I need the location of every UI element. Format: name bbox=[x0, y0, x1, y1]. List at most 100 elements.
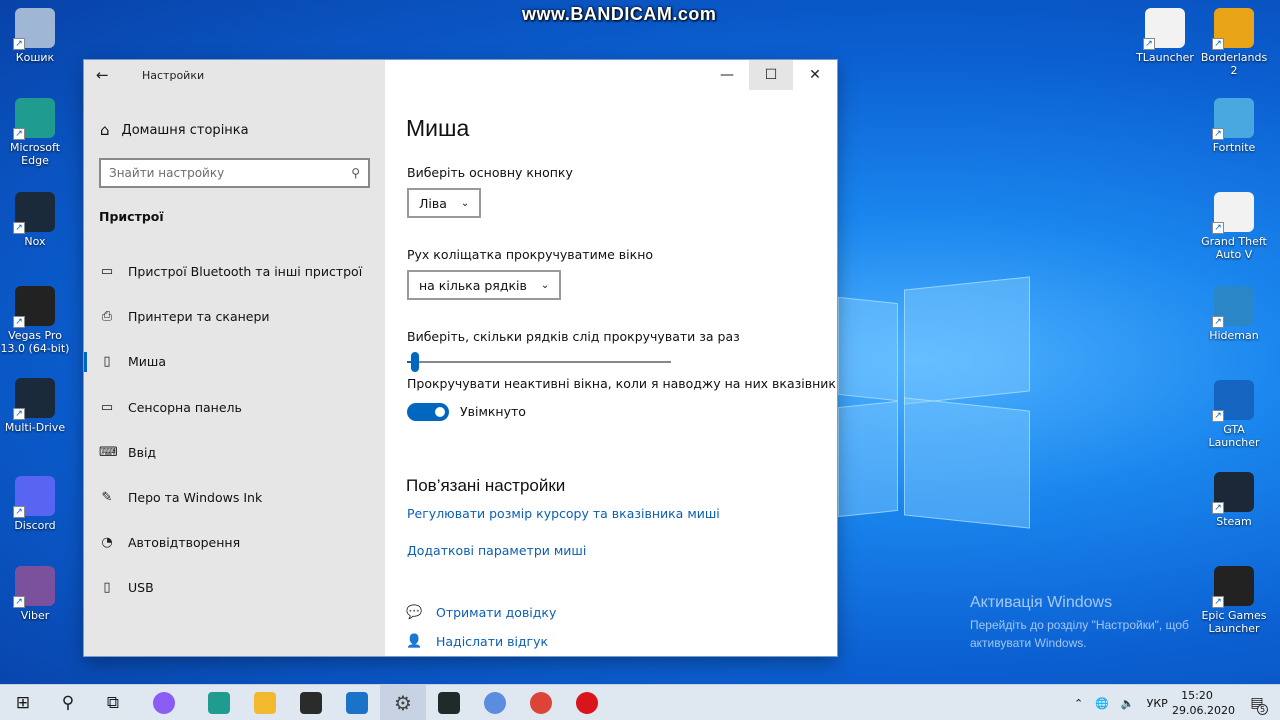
desktop-icon-label: Viber bbox=[20, 609, 50, 622]
sidebar-item-7[interactable]: ▯ USB bbox=[84, 565, 385, 610]
scroll-wheel-value: на кілька рядків bbox=[419, 277, 527, 293]
sidebar-item-6[interactable]: ◔ Автовідтворення bbox=[84, 520, 385, 565]
bandicam-watermark: www.BANDICAM.com bbox=[522, 4, 717, 24]
desktop-icon-right-6[interactable]: ↗ Steam bbox=[1197, 472, 1271, 528]
taskbar-file-explorer-button[interactable] bbox=[242, 685, 288, 720]
primary-button-label: Виберіть основну кнопку bbox=[407, 165, 573, 180]
sidebar-item-3[interactable]: ▭ Сенсорна панель bbox=[84, 385, 385, 430]
notifications-button[interactable]: ▤ 5 bbox=[1244, 685, 1270, 720]
minimize-button[interactable]: — bbox=[705, 60, 749, 90]
additional-mouse-options-link[interactable]: Додаткові параметри миші bbox=[407, 543, 586, 558]
desktop-icon-left-6[interactable]: ↗ Viber bbox=[0, 566, 72, 622]
slider-thumb[interactable] bbox=[411, 352, 420, 372]
app-a-icon bbox=[438, 692, 460, 714]
desktop-icon-left-3[interactable]: ↗ Vegas Pro 13.0 (64-bit) bbox=[0, 286, 72, 355]
search-icon[interactable]: ⚲ bbox=[351, 166, 360, 180]
taskbar-settings-button[interactable]: ⚙ bbox=[380, 685, 426, 720]
search-icon: ⚲ bbox=[61, 693, 75, 713]
sidebar-item-label: Ввід bbox=[128, 444, 157, 460]
send-feedback-link[interactable]: 👤 Надіслати відгук bbox=[406, 634, 548, 649]
wallpaper-pane bbox=[838, 400, 898, 518]
taskbar-edge-button[interactable] bbox=[196, 685, 242, 720]
close-button[interactable]: ✕ bbox=[793, 60, 837, 90]
help-chat-icon: 💬 bbox=[406, 605, 423, 620]
desktop-icon-label: Vegas Pro 13.0 (64-bit) bbox=[0, 329, 70, 355]
taskbar-bandicam-button[interactable] bbox=[564, 685, 610, 720]
desktop-icon-left-5[interactable]: ↗ Discord bbox=[0, 476, 72, 532]
home-icon: ⌂ bbox=[100, 121, 110, 139]
maximize-button[interactable]: ☐ bbox=[749, 60, 793, 90]
primary-button-dropdown[interactable]: Ліва ⌄ bbox=[407, 188, 482, 218]
desktop-icon-label: Epic Games Launcher bbox=[1201, 609, 1267, 635]
sidebar-item-1[interactable]: ⎙ Принтери та сканери bbox=[84, 294, 385, 339]
chevron-down-icon: ⌄ bbox=[540, 279, 550, 291]
task-view-icon: ⧉ bbox=[106, 693, 120, 713]
desktop-icon-left-1[interactable]: ↗ Microsoft Edge bbox=[0, 98, 72, 167]
taskbar-chromium-button[interactable] bbox=[472, 685, 518, 720]
sidebar-item-5[interactable]: ✎ Перо та Windows Ink bbox=[84, 475, 385, 520]
scroll-wheel-label: Рух коліщатка прокручуватиме вікно bbox=[407, 247, 654, 262]
clock[interactable]: 15:20 29.06.2020 bbox=[1172, 688, 1235, 718]
desktop-icon-right-3[interactable]: ↗ Grand Theft Auto V bbox=[1197, 192, 1271, 261]
activation-line-2: активувати Windows. bbox=[970, 636, 1087, 650]
taskbar-search-button[interactable]: ⚲ bbox=[45, 685, 91, 720]
sidebar-item-label: USB bbox=[128, 580, 154, 596]
sidebar-item-label: Перо та Windows Ink bbox=[128, 490, 263, 506]
desktop-icon-label: Steam bbox=[1216, 515, 1252, 528]
sidebar-item-2[interactable]: ▯ Миша bbox=[84, 339, 385, 384]
network-icon[interactable]: 🌐 bbox=[1095, 697, 1109, 710]
desktop-icon-label: Borderlands 2 bbox=[1200, 51, 1268, 77]
taskbar: ⊞ ⚲ ⧉ ⚙ ⌃ 🌐 🔈 УКР 15:20 29.06.2020 ▤ 5 bbox=[0, 684, 1280, 720]
desktop-icon-right-2[interactable]: ↗ Fortnite bbox=[1197, 98, 1271, 154]
volume-icon[interactable]: 🔈 bbox=[1121, 697, 1135, 710]
desktop-icon-left-4[interactable]: ↗ Multi-Drive bbox=[0, 378, 72, 434]
window-title: Настройки bbox=[142, 69, 205, 82]
desktop-icon-right-1[interactable]: ↗ Borderlands 2 bbox=[1197, 8, 1271, 77]
app-icon: ↗ bbox=[1212, 8, 1254, 50]
app-icon: ↗ bbox=[1212, 286, 1254, 328]
sidebar-item-label: Пристрої Bluetooth та інші пристрої bbox=[128, 264, 363, 280]
chevron-up-icon[interactable]: ⌃ bbox=[1074, 697, 1083, 710]
keyboard-icon: ⌨ bbox=[99, 444, 118, 460]
sidebar-item-0[interactable]: ▭ Пристрої Bluetooth та інші пристрої bbox=[84, 249, 385, 294]
desktop-icon-left-0[interactable]: ↗ Кошик bbox=[0, 8, 72, 64]
desktop-icon-label: Кошик bbox=[15, 51, 55, 64]
desktop-icon-right-0[interactable]: ↗ TLauncher bbox=[1128, 8, 1202, 64]
app-icon: ↗ bbox=[1212, 566, 1254, 608]
settings-search-box[interactable]: ⚲ bbox=[99, 158, 370, 188]
taskbar-mail-button[interactable] bbox=[334, 685, 380, 720]
taskbar-app-a-button[interactable] bbox=[426, 685, 472, 720]
app-icon: ↗ bbox=[13, 378, 55, 420]
app-icon: ↗ bbox=[1212, 380, 1254, 422]
desktop-icon-left-2[interactable]: ↗ Nox bbox=[0, 192, 72, 248]
edge-icon bbox=[208, 692, 230, 714]
app-icon: ↗ bbox=[13, 476, 55, 518]
scroll-wheel-dropdown[interactable]: на кілька рядків ⌄ bbox=[407, 270, 562, 300]
desktop-icon-right-4[interactable]: ↗ Hideman bbox=[1197, 286, 1271, 342]
get-help-link[interactable]: 💬 Отримати довідку bbox=[406, 605, 556, 620]
taskbar-start-button[interactable]: ⊞ bbox=[0, 685, 46, 720]
cursor-size-link[interactable]: Регулювати розмір курсору та вказівника … bbox=[407, 506, 720, 521]
arrow-left-icon[interactable]: ← bbox=[96, 66, 109, 84]
taskbar-cortana-button[interactable] bbox=[141, 685, 187, 720]
desktop-icon-right-5[interactable]: ↗ GTA Launcher bbox=[1197, 380, 1271, 449]
desktop-icon-right-7[interactable]: ↗ Epic Games Launcher bbox=[1197, 566, 1271, 635]
app-icon: ↗ bbox=[1212, 98, 1254, 140]
sidebar-item-4[interactable]: ⌨ Ввід bbox=[84, 430, 385, 475]
pen-icon: ✎ bbox=[101, 490, 113, 506]
inactive-scroll-toggle[interactable] bbox=[407, 403, 449, 421]
taskbar-task-view-button[interactable]: ⧉ bbox=[90, 685, 136, 720]
app-icon: ↗ bbox=[13, 286, 55, 328]
primary-button-value: Ліва bbox=[419, 195, 447, 211]
slider-track bbox=[407, 361, 671, 363]
search-input[interactable] bbox=[109, 166, 329, 180]
chrome-icon bbox=[530, 692, 552, 714]
home-link[interactable]: ⌂ Домашня сторінка bbox=[100, 121, 249, 139]
desktop-icon-label: Nox bbox=[24, 235, 46, 248]
settings-window: ← Настройки ⌂ Домашня сторінка ⚲ Пристро… bbox=[84, 60, 837, 656]
bandicam-icon bbox=[576, 692, 598, 714]
taskbar-chrome-button[interactable] bbox=[518, 685, 564, 720]
language-indicator[interactable]: УКР bbox=[1147, 697, 1168, 710]
lines-slider[interactable] bbox=[407, 352, 671, 372]
taskbar-store-button[interactable] bbox=[288, 685, 334, 720]
